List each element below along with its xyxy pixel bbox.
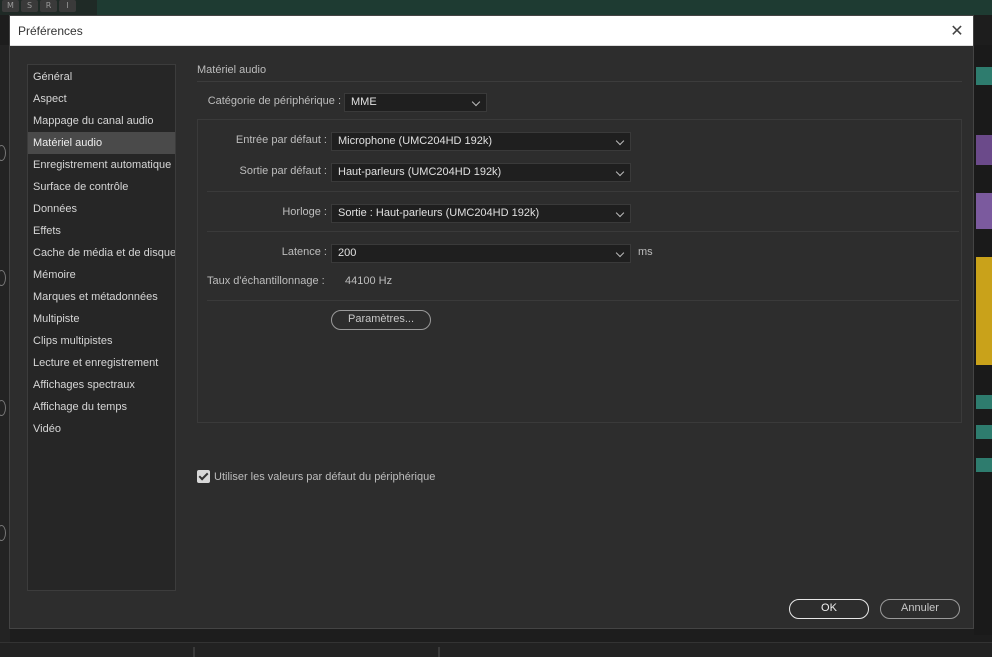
sample-rate-value: 44100 Hz <box>345 275 393 287</box>
default-output-value: Haut-parleurs (UMC204HD 192k) <box>338 166 502 178</box>
latency-select[interactable]: 200 <box>331 244 631 263</box>
divider <box>207 191 959 192</box>
ok-button[interactable]: OK <box>789 599 869 619</box>
sample-rate-label: Taux d'échantillonnage : <box>207 275 325 287</box>
use-defaults-checkbox[interactable] <box>197 470 210 483</box>
latency-label: Latence : <box>281 246 327 258</box>
default-output-label: Sortie par défaut : <box>239 165 327 177</box>
latency-unit: ms <box>638 246 653 258</box>
knob-icon <box>0 145 6 161</box>
clock-value: Sortie : Haut-parleurs (UMC204HD 192k) <box>338 207 540 219</box>
sidebar-item-auto-save[interactable]: Enregistrement automatique <box>28 154 175 176</box>
divider <box>438 647 440 657</box>
sidebar-item-markers-metadata[interactable]: Marques et métadonnées <box>28 286 175 308</box>
sidebar-item-appearance[interactable]: Aspect <box>28 88 175 110</box>
background-waveform-strip <box>974 45 992 635</box>
dialog-titlebar: Préférences ✕ <box>10 16 973 46</box>
use-defaults-row[interactable]: Utiliser les valeurs par défaut du périp… <box>197 470 435 483</box>
close-icon[interactable]: ✕ <box>947 21 967 41</box>
sidebar-item-control-surface[interactable]: Surface de contrôle <box>28 176 175 198</box>
cancel-button[interactable]: Annuler <box>880 599 960 619</box>
settings-button[interactable]: Paramètres... <box>331 310 431 330</box>
preferences-dialog: Préférences ✕ Général Aspect Mappage du … <box>9 15 974 629</box>
divider <box>193 647 195 657</box>
panel-title: Matériel audio <box>197 64 267 76</box>
waveform-clip <box>976 425 992 439</box>
input-monitor-button[interactable]: I <box>59 0 76 12</box>
chevron-down-icon <box>615 205 625 222</box>
record-arm-button[interactable]: R <box>40 0 57 12</box>
sidebar-item-data[interactable]: Données <box>28 198 175 220</box>
waveform-clip <box>976 135 992 165</box>
sidebar-item-spectral-displays[interactable]: Affichages spectraux <box>28 374 175 396</box>
divider <box>207 300 959 301</box>
sidebar-item-general[interactable]: Général <box>28 66 175 88</box>
sidebar-item-multitrack-clips[interactable]: Clips multipistes <box>28 330 175 352</box>
sidebar-item-audio-hardware[interactable]: Matériel audio <box>28 132 175 154</box>
sidebar-item-playback-recording[interactable]: Lecture et enregistrement <box>28 352 175 374</box>
clock-select[interactable]: Sortie : Haut-parleurs (UMC204HD 192k) <box>331 204 631 223</box>
device-category-value: MME <box>351 96 377 108</box>
mute-button[interactable]: M <box>2 0 19 12</box>
latency-value: 200 <box>338 247 357 259</box>
default-input-value: Microphone (UMC204HD 192k) <box>338 135 493 147</box>
device-category-select[interactable]: MME <box>344 93 487 112</box>
knob-icon <box>0 525 6 541</box>
chevron-down-icon <box>471 94 481 111</box>
background-track-header: M S R I <box>0 0 992 15</box>
background-track-lane <box>97 0 992 15</box>
sidebar-item-memory[interactable]: Mémoire <box>28 264 175 286</box>
sidebar-item-time-display[interactable]: Affichage du temps <box>28 396 175 418</box>
dialog-title: Préférences <box>18 24 83 38</box>
device-category-label: Catégorie de périphérique : <box>207 95 341 107</box>
use-defaults-label: Utiliser les valeurs par défaut du périp… <box>214 470 436 483</box>
divider <box>207 231 959 232</box>
clock-label: Horloge : <box>282 206 327 218</box>
knob-icon <box>0 270 6 286</box>
sidebar-item-multitrack[interactable]: Multipiste <box>28 308 175 330</box>
preferences-sidebar: Général Aspect Mappage du canal audio Ma… <box>27 64 176 591</box>
chevron-down-icon <box>615 133 625 150</box>
waveform-clip <box>976 458 992 472</box>
default-output-select[interactable]: Haut-parleurs (UMC204HD 192k) <box>331 163 631 182</box>
sidebar-item-video[interactable]: Vidéo <box>28 418 175 440</box>
waveform-clip <box>976 395 992 409</box>
default-input-select[interactable]: Microphone (UMC204HD 192k) <box>331 132 631 151</box>
default-input-label: Entrée par défaut : <box>235 134 327 146</box>
waveform-clip <box>976 67 992 85</box>
sidebar-item-audio-channel-mapping[interactable]: Mappage du canal audio <box>28 110 175 132</box>
background-bottom-bar <box>0 642 992 657</box>
knob-icon <box>0 400 6 416</box>
waveform-clip <box>976 257 992 365</box>
solo-button[interactable]: S <box>21 0 38 12</box>
chevron-down-icon <box>615 245 625 262</box>
chevron-down-icon <box>615 164 625 181</box>
sidebar-item-media-disk-cache[interactable]: Cache de média et de disque <box>28 242 175 264</box>
sidebar-item-effects[interactable]: Effets <box>28 220 175 242</box>
divider <box>197 81 962 82</box>
waveform-clip <box>976 193 992 229</box>
